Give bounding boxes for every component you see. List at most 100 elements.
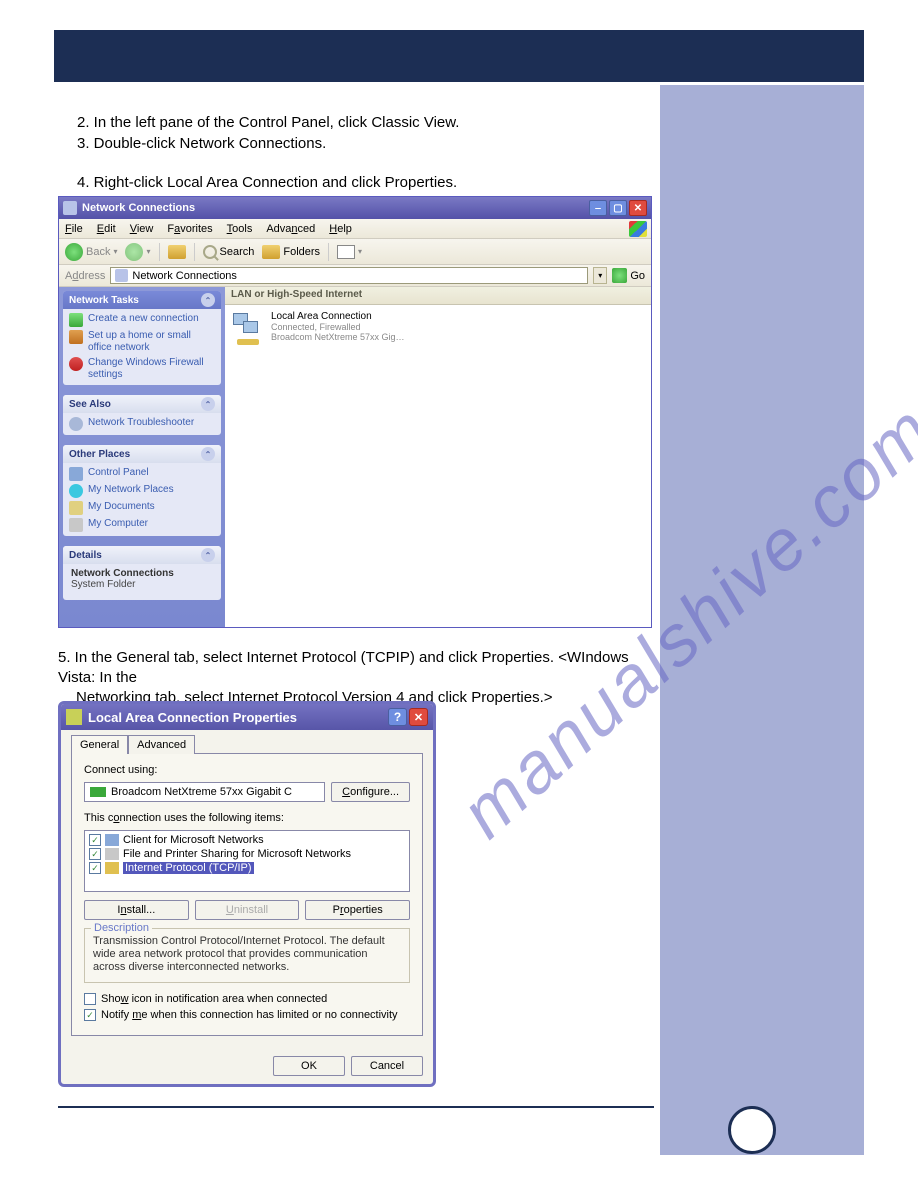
item-icon — [105, 862, 119, 874]
checkbox[interactable]: ✓ — [89, 862, 101, 874]
show-icon-label: Show icon in notification area when conn… — [101, 993, 327, 1005]
sidebar-item[interactable]: My Network Places — [69, 484, 215, 498]
address-value: Network Connections — [132, 270, 237, 282]
menu-help[interactable]: Help — [329, 223, 352, 235]
search-button[interactable]: Search — [203, 245, 255, 259]
back-label: Back — [86, 246, 110, 258]
main-content: LAN or High-Speed Internet Local Area Co… — [225, 287, 651, 627]
panel-title: Network Tasks — [69, 295, 139, 306]
chevron-icon: ⌃ — [201, 548, 215, 562]
minimize-button[interactable]: ‒ — [589, 200, 607, 216]
notify-row[interactable]: ✓ Notify me when this connection has lim… — [84, 1009, 410, 1021]
properties-button[interactable]: Properties — [305, 900, 410, 920]
sidebar-item[interactable]: Create a new connection — [69, 313, 215, 327]
up-button[interactable] — [168, 245, 186, 259]
install-button[interactable]: Install... — [84, 900, 189, 920]
address-bar: Address Network Connections ▾ Go — [59, 265, 651, 287]
sidebar-item[interactable]: Set up a home or small office network — [69, 330, 215, 354]
items-listbox[interactable]: ✓ Client for Microsoft Networks ✓ File a… — [84, 830, 410, 892]
sidebar-item[interactable]: Control Panel — [69, 467, 215, 481]
item-file-print[interactable]: ✓ File and Printer Sharing for Microsoft… — [87, 847, 407, 861]
item-label: My Network Places — [88, 484, 174, 496]
checkbox[interactable]: ✓ — [84, 1009, 96, 1021]
menu-view[interactable]: View — [130, 223, 154, 235]
step-5: 5. In the General tab, select Internet P… — [58, 648, 654, 708]
connect-using-label: Connect using: — [84, 764, 410, 776]
folders-button[interactable]: Folders — [262, 245, 320, 259]
other-places-header[interactable]: Other Places ⌃ — [63, 445, 221, 463]
chevron-icon: ⌃ — [201, 397, 215, 411]
task-icon — [69, 357, 83, 371]
search-label: Search — [220, 246, 255, 258]
tab-advanced[interactable]: Advanced — [128, 735, 195, 754]
back-icon — [65, 243, 83, 261]
chevron-icon: ⌃ — [201, 293, 215, 307]
folder-icon — [262, 245, 280, 259]
menu-edit[interactable]: Edit — [97, 223, 116, 235]
window-title-bar[interactable]: Network Connections ‒ ▢ ✕ — [59, 197, 651, 219]
item-tcpip[interactable]: ✓ Internet Protocol (TCP/IP) — [87, 861, 407, 875]
item-icon — [105, 848, 119, 860]
address-icon — [115, 269, 128, 282]
close-button[interactable]: ✕ — [409, 708, 428, 726]
configure-button[interactable]: Configure... — [331, 782, 410, 802]
back-button[interactable]: Back ▾ — [65, 243, 117, 261]
ok-button[interactable]: OK — [273, 1056, 345, 1076]
side-strip — [660, 85, 864, 1155]
description-text: Transmission Control Protocol/Internet P… — [93, 935, 401, 974]
page-number-circle — [728, 1106, 776, 1154]
menu-favorites[interactable]: Favorites — [167, 223, 212, 235]
step-4: 4. Right-click Local Area Connection and… — [77, 174, 457, 191]
close-button[interactable]: ✕ — [629, 200, 647, 216]
step-3: 3. Double-click Network Connections. — [77, 135, 326, 152]
panel-title: See Also — [69, 399, 111, 410]
sidebar-item[interactable]: My Documents — [69, 501, 215, 515]
sidebar-item[interactable]: My Computer — [69, 518, 215, 532]
address-field[interactable]: Network Connections — [110, 267, 588, 284]
forward-icon — [125, 243, 143, 261]
nic-icon — [90, 787, 106, 797]
menu-advanced[interactable]: Advanced — [266, 223, 315, 235]
place-icon — [69, 501, 83, 515]
views-button[interactable]: ▾ — [337, 245, 362, 259]
item-label: Network Troubleshooter — [88, 417, 194, 429]
maximize-button[interactable]: ▢ — [609, 200, 627, 216]
help-button[interactable]: ? — [388, 708, 407, 726]
task-icon — [69, 313, 83, 327]
network-tasks-header[interactable]: Network Tasks ⌃ — [63, 291, 221, 309]
app-icon — [63, 201, 77, 215]
dialog-title-bar[interactable]: Local Area Connection Properties ? ✕ — [61, 704, 433, 730]
windows-flag-icon — [629, 221, 647, 237]
see-also-panel: See Also ⌃ Network Troubleshooter — [63, 395, 221, 435]
menu-tools[interactable]: Tools — [227, 223, 253, 235]
section-header: LAN or High-Speed Internet — [225, 287, 651, 305]
footer-divider — [58, 1106, 654, 1108]
show-icon-row[interactable]: ✓ Show icon in notification area when co… — [84, 993, 410, 1005]
place-icon — [69, 467, 83, 481]
connection-name: Local Area Connection — [271, 311, 405, 322]
item-client[interactable]: ✓ Client for Microsoft Networks — [87, 833, 407, 847]
network-connections-window: Network Connections ‒ ▢ ✕ File Edit View… — [58, 196, 652, 628]
checkbox[interactable]: ✓ — [89, 848, 101, 860]
menu-file[interactable]: File — [65, 223, 83, 235]
sidebar-item[interactable]: Network Troubleshooter — [69, 417, 215, 431]
address-dropdown[interactable]: ▾ — [593, 267, 607, 284]
lac-properties-dialog: Local Area Connection Properties ? ✕ Gen… — [58, 701, 436, 1087]
checkbox[interactable]: ✓ — [89, 834, 101, 846]
go-button[interactable]: Go — [612, 268, 645, 283]
sidebar-item[interactable]: Change Windows Firewall settings — [69, 357, 215, 381]
network-tasks-panel: Network Tasks ⌃ Create a new connection … — [63, 291, 221, 385]
item-label: Change Windows Firewall settings — [88, 357, 215, 381]
step-2: 2. In the left pane of the Control Panel… — [77, 114, 459, 131]
forward-button[interactable]: ▾ — [125, 243, 150, 261]
details-type: System Folder — [71, 579, 213, 590]
checkbox[interactable]: ✓ — [84, 993, 96, 1005]
tab-general[interactable]: General — [71, 735, 128, 754]
item-label: My Documents — [88, 501, 155, 513]
connection-item[interactable]: Local Area Connection Connected, Firewal… — [225, 305, 651, 353]
details-header[interactable]: Details ⌃ — [63, 546, 221, 564]
tab-bar: General Advanced — [71, 735, 423, 754]
see-also-header[interactable]: See Also ⌃ — [63, 395, 221, 413]
cancel-button[interactable]: Cancel — [351, 1056, 423, 1076]
panel-title: Details — [69, 550, 102, 561]
